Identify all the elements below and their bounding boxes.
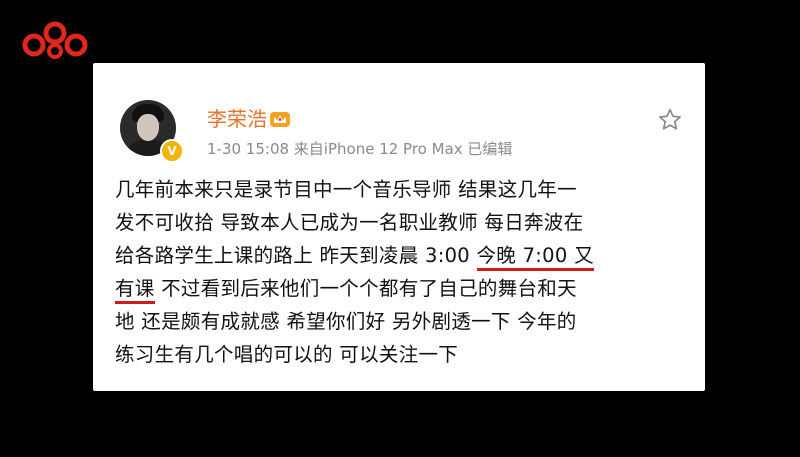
post-text-line: 几年前本来只是录节目中一个音乐导师 结果这几年一 [115,178,577,201]
crown-badge-icon [270,112,290,127]
highlighted-text: 今晚 7:00 又 [476,244,594,271]
post-text-line: 发不可收拾 导致本人已成为一名职业教师 每日奔波在 [115,211,584,234]
post-text-line: 练习生有几个唱的可以的 可以关注一下 [115,343,459,366]
star-icon[interactable] [657,107,683,133]
verified-v-icon: V [160,139,184,163]
post-text-line: 地 还是颇有成就感 希望你们好 另外剧透一下 今年的 [115,310,577,333]
post-card: V 李荣浩 1-30 15:08 来自iPhone 12 Pro Max 已编辑… [93,63,705,391]
chain-logo-icon [22,21,88,59]
username[interactable]: 李荣浩 [207,107,267,131]
post-text-segment: 不过看到后来他们一个个都有了自己的舞台和天 [154,277,577,300]
post-meta: 1-30 15:08 来自iPhone 12 Pro Max 已编辑 [207,140,513,158]
post-content: 几年前本来只是录节目中一个音乐导师 结果这几年一 发不可收拾 导致本人已成为一名… [115,173,695,371]
post-text-segment: 给各路学生上课的路上 昨天到凌晨 3:00 [115,244,477,267]
highlighted-text: 有课 [115,277,155,304]
post-text-line: 有课 不过看到后来他们一个个都有了自己的舞台和天 [115,272,695,305]
post-text-line: 给各路学生上课的路上 昨天到凌晨 3:00 今晚 7:00 又 [115,239,695,272]
